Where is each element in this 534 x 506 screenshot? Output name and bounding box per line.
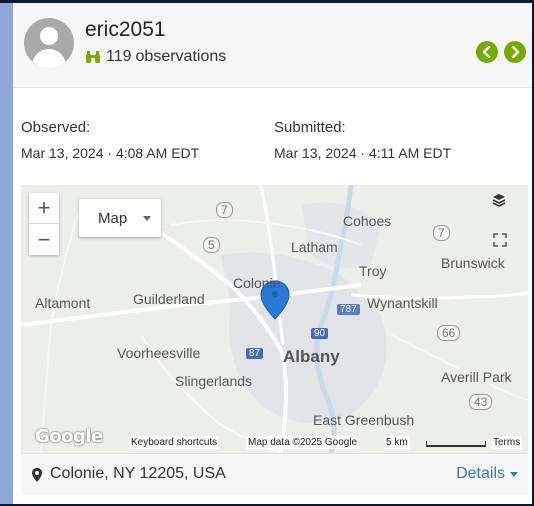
- fullscreen-button[interactable]: [493, 233, 519, 259]
- map-type-dropdown[interactable]: Map: [79, 199, 161, 237]
- map-scale-bar: [426, 441, 486, 447]
- location-text: Colonie, NY 12205, USA: [50, 465, 226, 482]
- map-label-voorheesville: Voorheesville: [117, 345, 201, 361]
- chevron-left-icon: [482, 46, 491, 58]
- zoom-in-button[interactable]: +: [29, 193, 59, 224]
- location-pin-icon: [32, 468, 42, 482]
- details-label: Details: [456, 465, 505, 482]
- map-label-albany: Albany: [283, 347, 340, 366]
- chevron-right-icon: [511, 46, 520, 58]
- chevron-down-icon: [143, 216, 151, 221]
- left-frame-band: [0, 0, 13, 506]
- map-label-wynantskill: Wynantskill: [367, 295, 438, 311]
- zoom-control: + −: [29, 193, 59, 255]
- submitted-date: Mar 13, 2024 · 4:11 AM EDT: [274, 145, 452, 161]
- route-shield: 87: [246, 348, 264, 359]
- observed-label: Observed:: [21, 119, 91, 136]
- map-label-altamont: Altamont: [35, 295, 91, 311]
- route-shield: 5: [203, 237, 220, 253]
- layers-icon: [492, 194, 506, 207]
- map-data-attribution: Map data ©2025 Google: [246, 436, 360, 449]
- map-label-guilderland: Guilderland: [133, 291, 205, 307]
- observation-count-number: 119: [106, 48, 132, 65]
- map-label-latham: Latham: [291, 239, 338, 255]
- fullscreen-icon: [493, 233, 507, 247]
- observation-map[interactable]: Cohoes Latham Troy Brunswick Colonie Gui…: [21, 185, 528, 453]
- chevron-down-icon: [510, 471, 518, 477]
- user-avatar-icon[interactable]: [24, 18, 74, 68]
- observer-header: eric2051 119 observations: [13, 3, 532, 88]
- map-label-slingerlands: Slingerlands: [175, 373, 253, 389]
- observation-count-label: observations: [135, 48, 227, 65]
- map-label-troy: Troy: [359, 263, 387, 279]
- map-label-cohoes: Cohoes: [343, 213, 392, 229]
- details-dropdown[interactable]: Details: [456, 465, 518, 483]
- username-link[interactable]: eric2051: [85, 18, 166, 42]
- route-shield: 7: [216, 202, 233, 218]
- zoom-out-button[interactable]: −: [29, 224, 59, 255]
- map-label-averill-park: Averill Park: [441, 369, 512, 385]
- submitted-label: Submitted:: [274, 119, 346, 136]
- map-label-colonie: Colonie: [233, 275, 281, 291]
- terms-link[interactable]: Terms: [491, 436, 523, 449]
- keyboard-shortcuts-link[interactable]: Keyboard shortcuts: [129, 436, 220, 449]
- layers-button[interactable]: [491, 193, 519, 221]
- location-bar: Colonie, NY 12205, USA Details: [21, 453, 528, 495]
- observation-count[interactable]: 119 observations: [85, 48, 226, 66]
- route-shield: 43: [469, 394, 493, 410]
- route-shield: 7: [433, 225, 450, 241]
- next-observation-button[interactable]: [504, 41, 526, 63]
- map-type-label: Map: [98, 209, 128, 227]
- google-logo: Google: [35, 426, 103, 447]
- map-label-east-greenbush: East Greenbush: [313, 412, 415, 428]
- binoculars-icon: [85, 50, 101, 64]
- previous-observation-button[interactable]: [476, 41, 498, 63]
- route-shield: 90: [311, 328, 329, 339]
- route-shield: 66: [437, 325, 461, 341]
- observed-date: Mar 13, 2024 · 4:08 AM EDT: [21, 145, 200, 161]
- route-shield: 787: [337, 304, 360, 315]
- scale-label[interactable]: 5 km: [384, 436, 410, 449]
